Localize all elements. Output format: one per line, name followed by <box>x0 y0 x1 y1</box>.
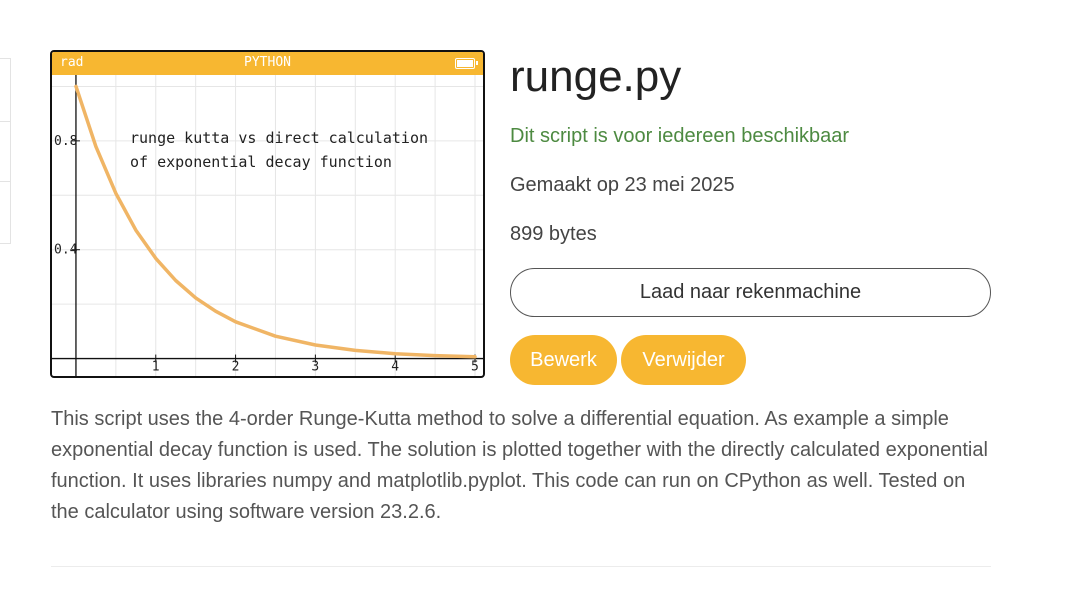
grid <box>52 75 483 376</box>
created-date: Gemaakt op 23 mei 2025 <box>510 174 735 196</box>
decay-plot: 1 2 3 4 5 0.4 0.8 runge kutta vs direct calcul… <box>52 75 483 376</box>
sidebar-edge <box>0 58 11 244</box>
x-tick-label: 3 <box>311 360 319 375</box>
script-title: runge.py <box>510 52 682 101</box>
x-tick-label: 5 <box>471 360 479 375</box>
battery-full-icon <box>455 58 478 69</box>
axes <box>52 75 483 376</box>
script-description: This script uses the 4-order Runge-Kutta… <box>51 408 988 523</box>
file-size: 899 bytes <box>510 223 597 245</box>
section-divider <box>51 566 991 567</box>
availability-status: Dit script is voor iedereen beschikbaar <box>510 125 850 147</box>
calculator-screenshot: rad PYTHON 1 2 3 4 5 0.4 0.8 runge kutta vs di… <box>50 50 485 378</box>
load-to-calculator-button[interactable]: Laad naar rekenmachine <box>510 268 991 317</box>
edit-button[interactable]: Bewerk <box>510 335 617 385</box>
chart-title-line-1: runge kutta vs direct calculation <box>130 129 428 147</box>
x-tick-label: 4 <box>391 360 399 375</box>
y-tick-label: 0.8 <box>54 134 77 149</box>
language-label: PYTHON <box>244 55 291 70</box>
sidebar-divider <box>0 121 10 122</box>
chart-title-line-2: of exponential decay function <box>130 153 392 171</box>
x-tick-label: 1 <box>152 360 160 375</box>
sidebar-divider <box>0 181 10 182</box>
calculator-status-bar: rad PYTHON <box>52 52 483 75</box>
y-tick-label: 0.4 <box>54 243 78 258</box>
delete-button[interactable]: Verwijder <box>621 335 746 385</box>
x-tick-label: 2 <box>232 360 240 375</box>
